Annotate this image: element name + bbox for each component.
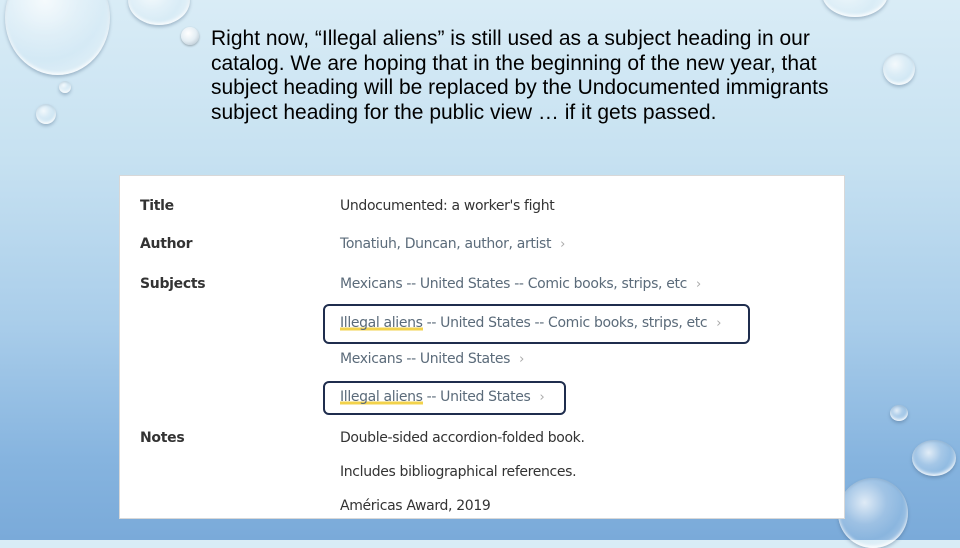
subject-link-text: Mexicans -- United States [340,351,511,367]
water-drop-decoration [59,81,71,93]
slide-bullet-text: Right now, “Illegal aliens” is still use… [211,27,829,124]
water-drop-decoration [822,0,888,17]
highlighted-term: Illegal aliens [340,389,423,405]
bullet-icon [181,27,199,45]
title-value: Undocumented: a worker's fight [340,198,555,214]
title-label: Title [140,198,174,214]
chevron-right-icon: › [716,316,722,331]
chevron-right-icon: › [695,277,701,292]
subject-link[interactable]: Illegal aliens -- United States -- Comic… [340,315,721,331]
water-drop-decoration [912,440,956,476]
water-drop-decoration [890,405,908,421]
subject-link[interactable]: Mexicans -- United States -- Comic books… [340,276,701,292]
chevron-right-icon: › [539,390,545,405]
note-text: Includes bibliographical references. [340,464,577,480]
author-link[interactable]: Tonatiuh, Duncan, author, artist › [340,236,565,252]
subject-link-text: -- United States -- Comic books, strips,… [422,315,708,331]
note-text: Double-sided accordion-folded book. [340,430,585,446]
notes-label: Notes [140,430,185,446]
author-link-text: Tonatiuh, Duncan, author, artist [340,236,552,252]
subject-link-text: Mexicans -- United States -- Comic books… [340,276,687,292]
water-drop-decoration [838,478,908,548]
author-label: Author [140,236,193,252]
subjects-label: Subjects [140,276,206,292]
water-drop-decoration [883,53,915,85]
note-text: Américas Award, 2019 [340,498,491,514]
highlighted-term: Illegal aliens [340,315,423,331]
subject-link[interactable]: Illegal aliens -- United States › [340,389,545,405]
subject-link[interactable]: Mexicans -- United States › [340,351,524,367]
water-drop-decoration [36,104,56,124]
chevron-right-icon: › [560,237,565,252]
catalog-record-panel: Title Undocumented: a worker's fight Aut… [119,175,845,519]
water-drop-decoration [128,0,190,25]
subject-link-text: -- United States [422,389,531,405]
water-drop-decoration [5,0,110,75]
chevron-right-icon: › [519,352,524,367]
